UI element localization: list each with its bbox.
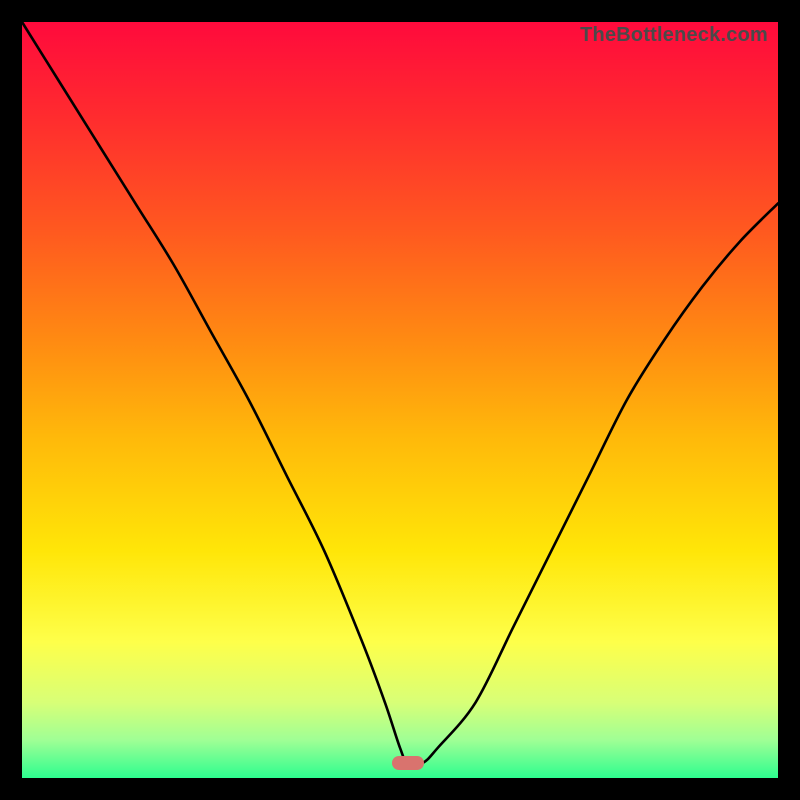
plot-area: TheBottleneck.com [22,22,778,778]
bottleneck-curve [22,22,778,778]
chart-frame: TheBottleneck.com [0,0,800,800]
optimum-marker [392,756,424,770]
attribution-label: TheBottleneck.com [580,24,768,47]
curve-path [22,22,778,765]
